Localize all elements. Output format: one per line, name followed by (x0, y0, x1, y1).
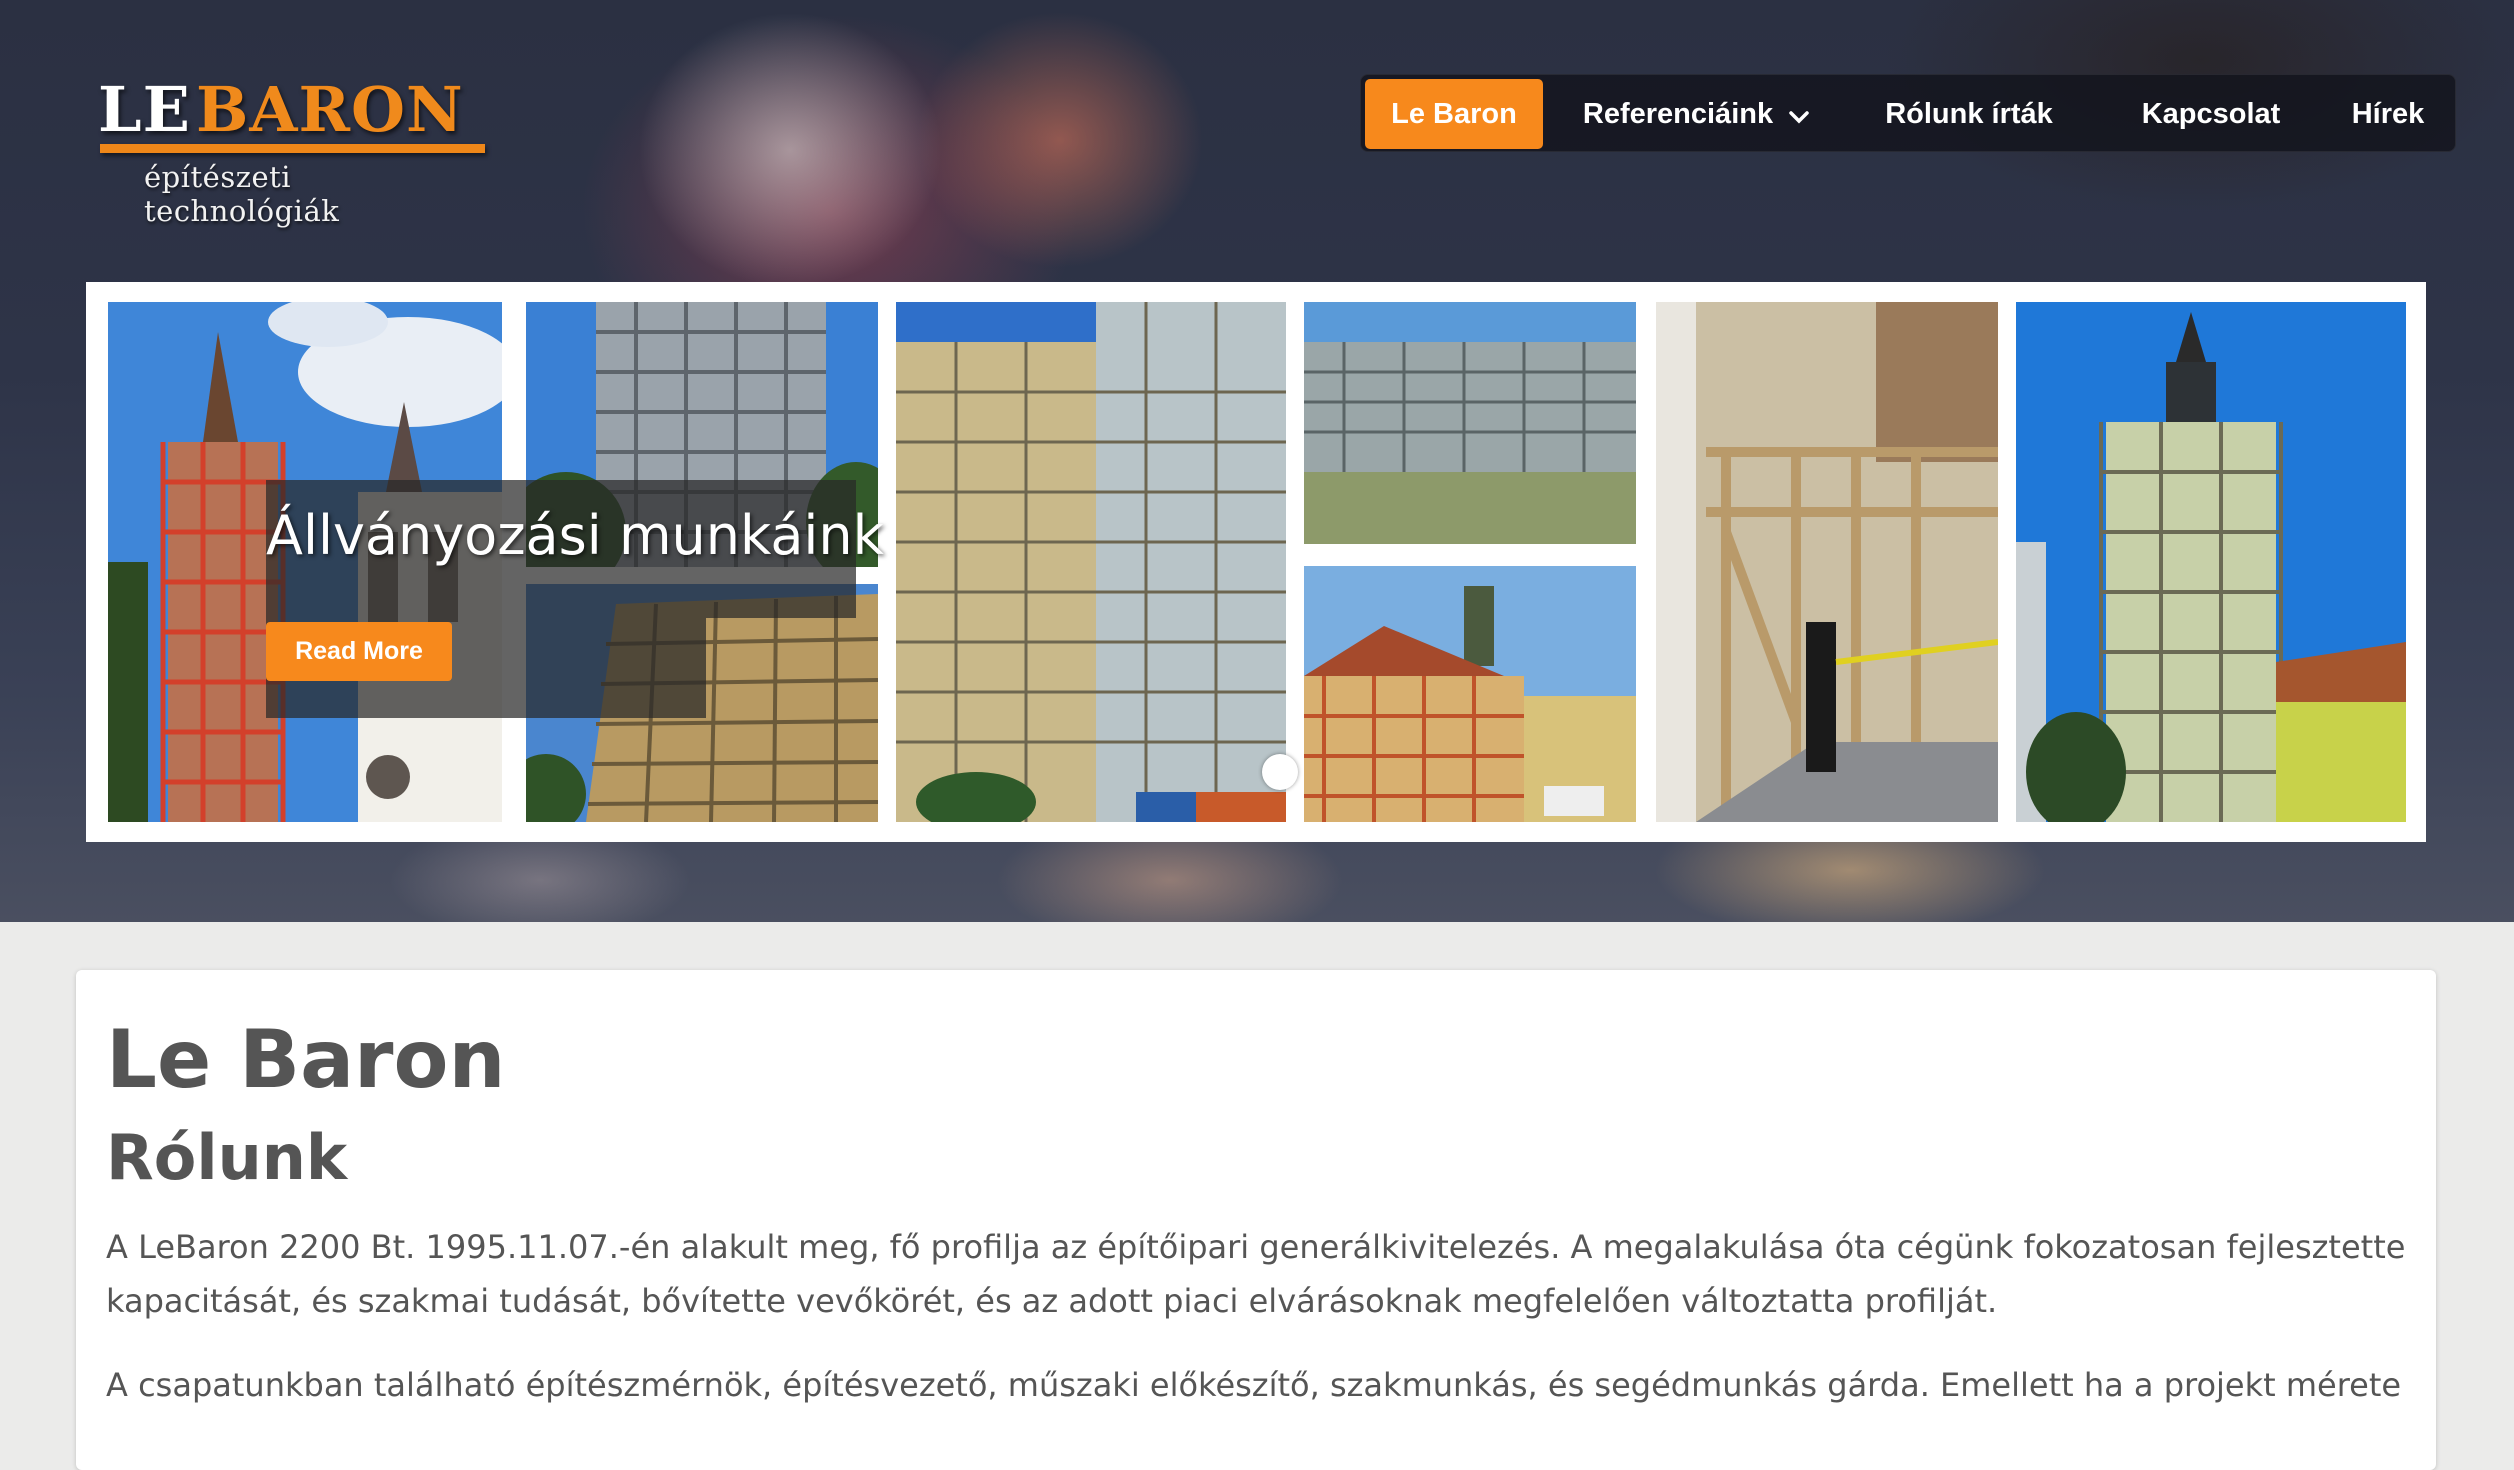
logo-word-le: LE (98, 73, 191, 146)
content-card: Le Baron Rólunk A LeBaron 2200 Bt. 1995.… (76, 970, 2436, 1470)
logo-tagline: építészeti technológiák (144, 160, 340, 228)
site-logo[interactable]: LE BARON építészeti technológiák (98, 70, 488, 228)
nav-item-label: Rólunk írták (1885, 98, 2053, 130)
logo-underline (100, 144, 485, 153)
chevron-down-icon (1789, 80, 1809, 150)
slide-photo-school (1304, 566, 1636, 822)
slide-photo-tower-block (896, 302, 1286, 822)
slide-photo-walkway (1656, 302, 1998, 822)
page-title: Le Baron (106, 1013, 506, 1106)
nav-item-label: Referenciáink (1582, 98, 1774, 130)
image-slider[interactable]: Állványozási munkáink Read More (86, 282, 2426, 842)
nav-item-hirek[interactable]: Hírek (2333, 79, 2443, 149)
slide-photo-bell-tower (2016, 302, 2406, 822)
slide-caption-title: Állványozási munkáink (266, 504, 884, 567)
read-more-button[interactable]: Read More (266, 622, 452, 681)
nav-item-label: Hírek (2351, 98, 2425, 130)
section-title: Rólunk (106, 1121, 348, 1194)
hero-header: LE BARON építészeti technológiák Le Baro… (0, 0, 2514, 922)
slider-dot[interactable] (1262, 754, 1298, 790)
slide-photo-industrial (1304, 302, 1636, 544)
team-paragraph: A csapatunkban található építészmérnök, … (106, 1366, 2402, 1404)
nav-item-label: Le Baron (1391, 98, 1517, 130)
nav-item-label: Kapcsolat (2141, 98, 2281, 130)
nav-item-referenciaink[interactable]: Referenciáink (1571, 79, 1821, 149)
intro-paragraph: A LeBaron 2200 Bt. 1995.11.07.-én alakul… (106, 1228, 2406, 1320)
main-navigation: Le Baron Referenciáink Rólunk írták Kapc… (1360, 74, 2456, 152)
nav-item-kapcsolat[interactable]: Kapcsolat (2121, 79, 2301, 149)
logo-word-baron: BARON (196, 73, 464, 146)
nav-item-rolunk-irtak[interactable]: Rólunk írták (1869, 79, 2069, 149)
nav-item-le-baron[interactable]: Le Baron (1365, 79, 1543, 149)
